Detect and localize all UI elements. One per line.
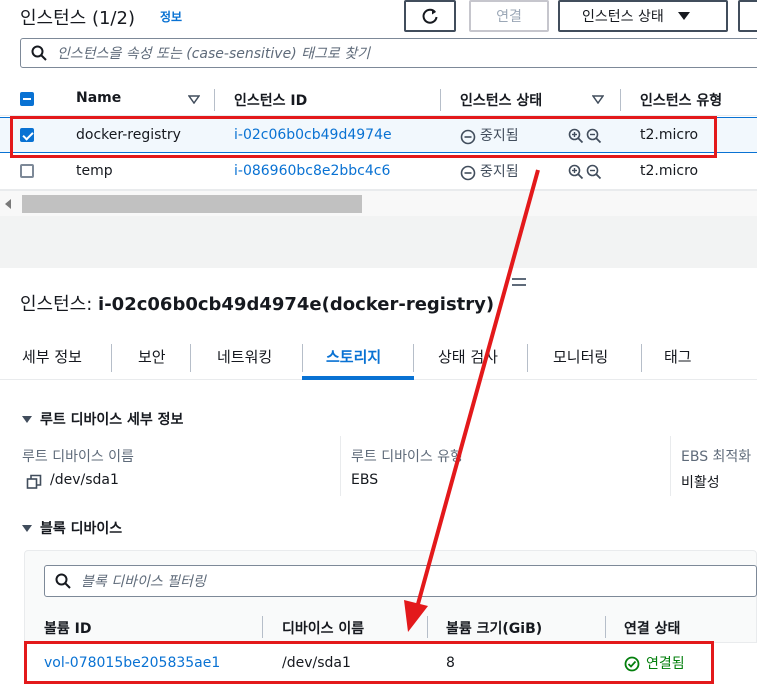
annotation-arrow: [404, 169, 540, 632]
